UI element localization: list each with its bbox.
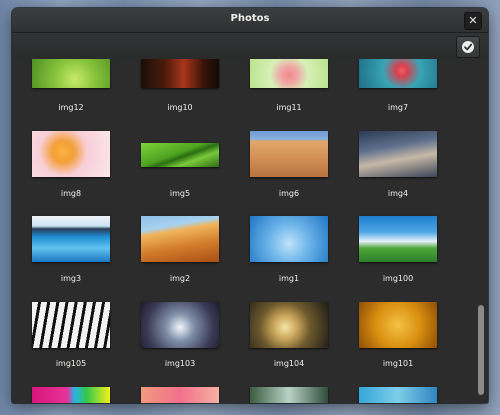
- photo-thumbnail[interactable]: [359, 387, 437, 403]
- photo-thumbnail-img1[interactable]: [250, 216, 328, 262]
- photo-thumbnail-img8[interactable]: [32, 131, 110, 177]
- photo-thumbnail-img4[interactable]: [359, 131, 437, 177]
- photo-label: img100: [382, 274, 414, 283]
- photo-thumbnail-img101[interactable]: [359, 302, 437, 348]
- photo-thumbnail-img100[interactable]: [359, 216, 437, 262]
- photo-thumbnail-img104[interactable]: [250, 302, 328, 348]
- photo-thumbnail[interactable]: [141, 387, 219, 403]
- vertical-scrollbar[interactable]: [474, 59, 488, 403]
- photo-label: img103: [164, 359, 196, 368]
- close-button[interactable]: ✕: [464, 12, 482, 30]
- photo-label: img11: [276, 103, 302, 112]
- photo-thumbnail[interactable]: [32, 387, 110, 403]
- scrollbar-thumb[interactable]: [478, 305, 484, 395]
- photo-label: img101: [382, 359, 414, 368]
- photo-thumbnail-img5[interactable]: [141, 143, 219, 167]
- photo-label: img2: [169, 274, 191, 283]
- photo-grid: img12 img10 img11 img7 img8 img5 img6 im…: [12, 59, 474, 403]
- photo-thumbnail-img2[interactable]: [141, 216, 219, 262]
- photo-thumbnail-img10[interactable]: [141, 59, 219, 88]
- photo-thumbnail-img7[interactable]: [359, 59, 437, 88]
- toolbar: [12, 33, 488, 59]
- window-title: Photos: [230, 13, 270, 24]
- photo-thumbnail-img3[interactable]: [32, 216, 110, 262]
- photo-thumbnail-img11[interactable]: [250, 59, 328, 88]
- photo-label: img12: [58, 103, 84, 112]
- photo-label: img4: [387, 189, 409, 198]
- photo-thumbnail-img12[interactable]: [32, 59, 110, 88]
- photo-label: img5: [169, 189, 191, 198]
- close-icon: ✕: [468, 14, 478, 27]
- photo-thumbnail-img6[interactable]: [250, 131, 328, 177]
- photo-label: img3: [60, 274, 82, 283]
- titlebar: Photos ✕: [12, 8, 488, 33]
- photo-thumbnail[interactable]: [250, 387, 328, 403]
- check-circle-icon: [462, 41, 474, 53]
- photo-label: img7: [387, 103, 409, 112]
- photo-thumbnail-img105[interactable]: [32, 302, 110, 348]
- photo-label: img10: [167, 103, 193, 112]
- photo-thumbnail-img103[interactable]: [141, 302, 219, 348]
- photo-label: img1: [278, 274, 300, 283]
- photo-label: img8: [60, 189, 82, 198]
- selection-mode-button[interactable]: [456, 36, 480, 58]
- photo-label: img6: [278, 189, 300, 198]
- photo-label: img104: [273, 359, 305, 368]
- photos-window: Photos ✕ img12 img10 img11 img7 img8 img…: [12, 8, 488, 403]
- photo-label: img105: [55, 359, 87, 368]
